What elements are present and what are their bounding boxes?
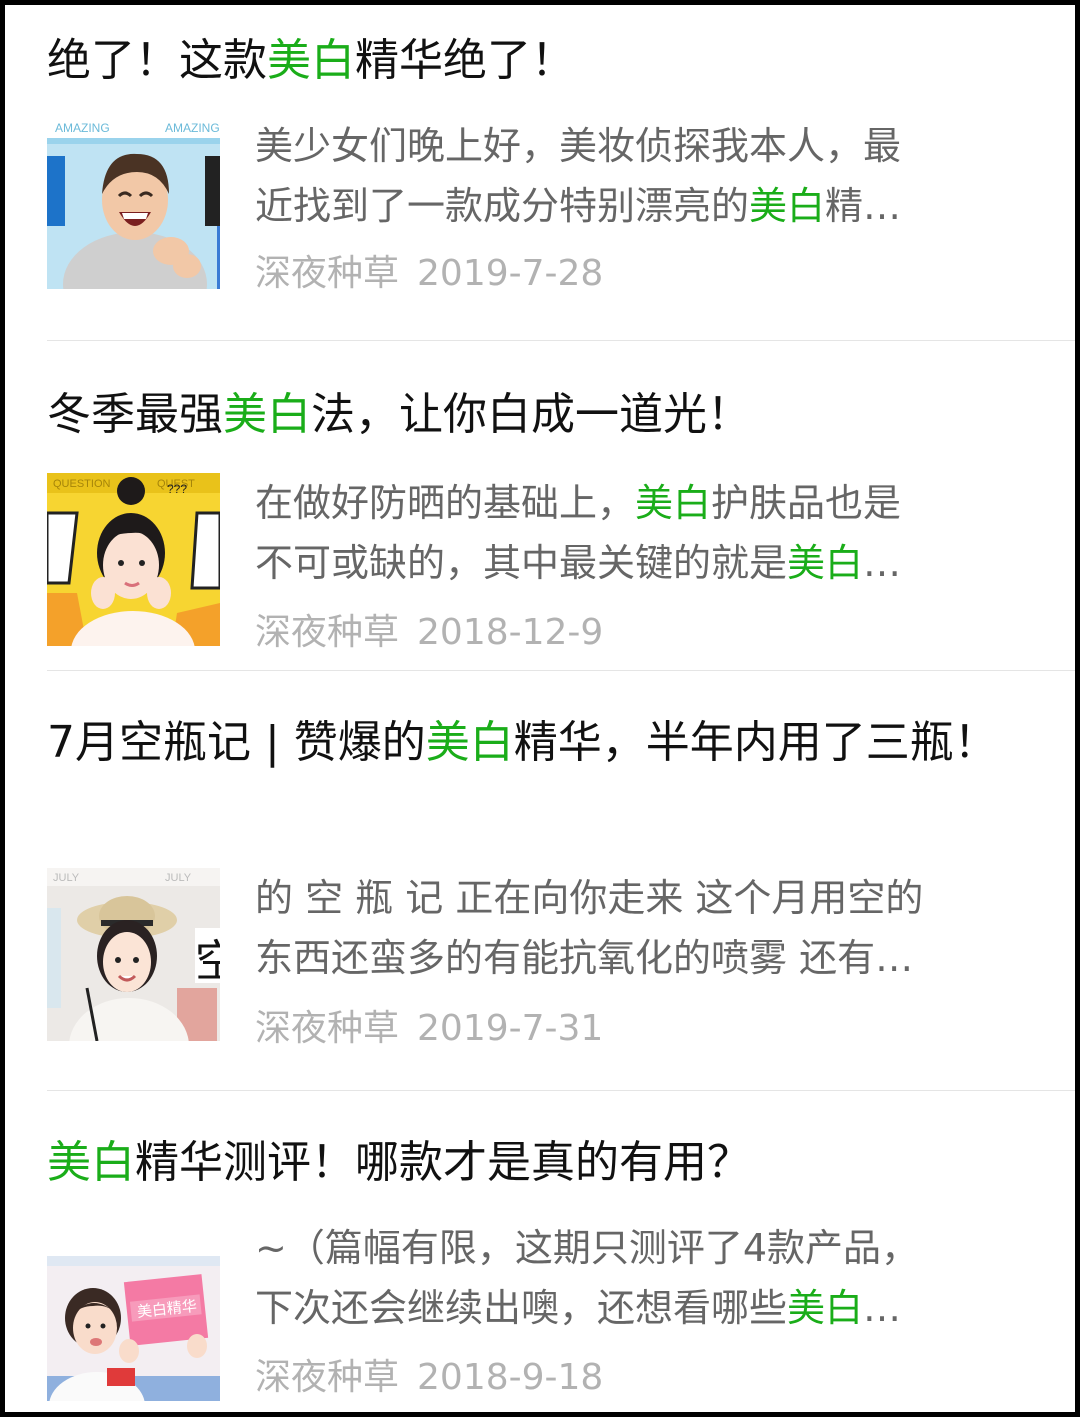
excerpt-line: 东西还蛮多的有能抗氧化的喷雾 还有… [255, 928, 1025, 988]
text-segment: ~（篇幅有限，这期只测评了4款产品， [255, 1226, 920, 1270]
divider [47, 1090, 1075, 1091]
article-excerpt: ~（篇幅有限，这期只测评了4款产品， 下次还会继续出噢，还想看哪些美白… [255, 1218, 1025, 1338]
excerpt-line: ~（篇幅有限，这期只测评了4款产品， [255, 1218, 1025, 1278]
excerpt-line: 下次还会继续出噢，还想看哪些美白… [255, 1278, 1025, 1338]
excerpt-line: 美少女们晚上好，美妆侦探我本人，最 [255, 116, 1025, 176]
svg-text:???: ??? [167, 482, 187, 496]
publish-date: 2018-12-9 [417, 612, 604, 653]
svg-text:AMAZING: AMAZING [165, 121, 220, 135]
text-segment: 精华测评！哪款才是真的有用？ [135, 1137, 751, 1188]
article-thumbnail[interactable]: 美白精华 [47, 1256, 220, 1401]
publish-date: 2019-7-28 [417, 253, 604, 294]
publish-date: 2018-9-18 [417, 1357, 604, 1398]
text-segment: 下次还会继续出噢，还想看哪些 [255, 1286, 788, 1330]
article-meta: 深夜种草 2018-9-18 [255, 1348, 603, 1400]
keyword-highlight: 美白 [787, 541, 864, 585]
article-excerpt: 的 空 瓶 记 正在向你走来 这个月用空的 东西还蛮多的有能抗氧化的喷雾 还有… [255, 868, 1025, 988]
keyword-highlight: 美白 [267, 35, 355, 86]
text-segment: 绝了！这款 [47, 35, 267, 86]
article-thumbnail[interactable]: JULY JULY 空 [47, 868, 220, 1041]
text-segment: 的 空 瓶 记 正在向你走来 这个月用空的 [255, 876, 924, 920]
text-segment: 在做好防晒的基础上， [255, 481, 636, 525]
account-name[interactable]: 深夜种草 [255, 253, 399, 294]
excerpt-line: 在做好防晒的基础上，美白护肤品也是 [255, 473, 1025, 533]
text-segment: 精… [825, 184, 902, 228]
account-name[interactable]: 深夜种草 [255, 1357, 399, 1398]
text-segment: 冬季最强 [47, 389, 223, 440]
text-segment: … [863, 1286, 902, 1330]
article-item[interactable]: 绝了！这款美白精华绝了！ AMAZING AMAZING 美少女们晚上好，美妆侦… [47, 28, 1067, 294]
keyword-highlight: 美白 [787, 1286, 864, 1330]
article-item[interactable]: 美白精华测评！哪款才是真的有用？ 美白精华 ~（篇幅有限，这期只测评了4款产品，… [47, 1130, 1067, 1401]
text-segment: 护肤品也是 [711, 481, 902, 525]
text-segment: … [863, 541, 902, 585]
text-segment: 不可或缺的，其中最关键的就是 [255, 541, 788, 585]
text-segment: 精华绝了！ [355, 35, 575, 86]
svg-text:空: 空 [195, 937, 220, 986]
text-segment: 精华，半年内用了三瓶！ [513, 717, 998, 768]
article-title[interactable]: 美白精华测评！哪款才是真的有用？ [47, 1130, 1067, 1196]
excerpt-line: 不可或缺的，其中最关键的就是美白… [255, 533, 1025, 593]
thumb-banner-text: QUESTION [53, 478, 111, 490]
excerpt-line: 近找到了一款成分特别漂亮的美白精… [255, 176, 1025, 236]
article-item[interactable]: 7月空瓶记 | 赞爆的美白精华，半年内用了三瓶！ JULY JULY 空 的 空… [47, 710, 1067, 1049]
thumb-banner-text: JULY [53, 872, 80, 884]
article-title[interactable]: 冬季最强美白法，让你白成一道光！ [47, 382, 1067, 448]
man-laughing-thumbnail: AMAZING AMAZING [47, 116, 220, 289]
boy-pink-box-thumbnail: 美白精华 [47, 1256, 220, 1401]
article-item[interactable]: 冬季最强美白法，让你白成一道光！ QUESTION QUEST ??? 在做好防… [47, 382, 1067, 653]
search-results-list: 绝了！这款美白精华绝了！ AMAZING AMAZING 美少女们晚上好，美妆侦… [5, 5, 1075, 1412]
article-thumbnail[interactable]: QUESTION QUEST ??? [47, 473, 220, 646]
excerpt-line: 的 空 瓶 记 正在向你走来 这个月用空的 [255, 868, 1025, 928]
article-thumbnail[interactable]: AMAZING AMAZING [47, 116, 220, 289]
keyword-highlight: 美白 [749, 184, 826, 228]
text-segment: 近找到了一款成分特别漂亮的 [255, 184, 750, 228]
girl-hat-thumbnail: JULY JULY 空 [47, 868, 220, 1041]
svg-text:JULY: JULY [165, 872, 192, 884]
account-name[interactable]: 深夜种草 [255, 1008, 399, 1049]
divider [47, 340, 1075, 341]
text-segment: 东西还蛮多的有能抗氧化的喷雾 还有… [255, 936, 914, 980]
article-excerpt: 在做好防晒的基础上，美白护肤品也是 不可或缺的，其中最关键的就是美白… [255, 473, 1025, 593]
article-meta: 深夜种草 2019-7-31 [255, 999, 603, 1051]
article-meta: 深夜种草 2018-12-9 [255, 603, 603, 655]
keyword-highlight: 美白 [635, 481, 712, 525]
girl-bun-thumbnail: QUESTION QUEST ??? [47, 473, 220, 646]
text-segment: 7月空瓶记 | 赞爆的 [47, 717, 426, 768]
text-segment: 美少女们晚上好，美妆侦探我本人，最 [255, 124, 902, 168]
text-segment: 法，让你白成一道光！ [311, 389, 751, 440]
thumb-banner-text: AMAZING [55, 121, 110, 135]
article-meta: 深夜种草 2019-7-28 [255, 244, 603, 296]
divider [47, 670, 1075, 671]
keyword-highlight: 美白 [425, 717, 514, 768]
keyword-highlight: 美白 [223, 389, 311, 440]
keyword-highlight: 美白 [47, 1137, 135, 1188]
article-title[interactable]: 7月空瓶记 | 赞爆的美白精华，半年内用了三瓶！ [47, 710, 1027, 776]
article-excerpt: 美少女们晚上好，美妆侦探我本人，最 近找到了一款成分特别漂亮的美白精… [255, 116, 1025, 236]
account-name[interactable]: 深夜种草 [255, 612, 399, 653]
publish-date: 2019-7-31 [417, 1008, 604, 1049]
article-title[interactable]: 绝了！这款美白精华绝了！ [47, 28, 1067, 94]
